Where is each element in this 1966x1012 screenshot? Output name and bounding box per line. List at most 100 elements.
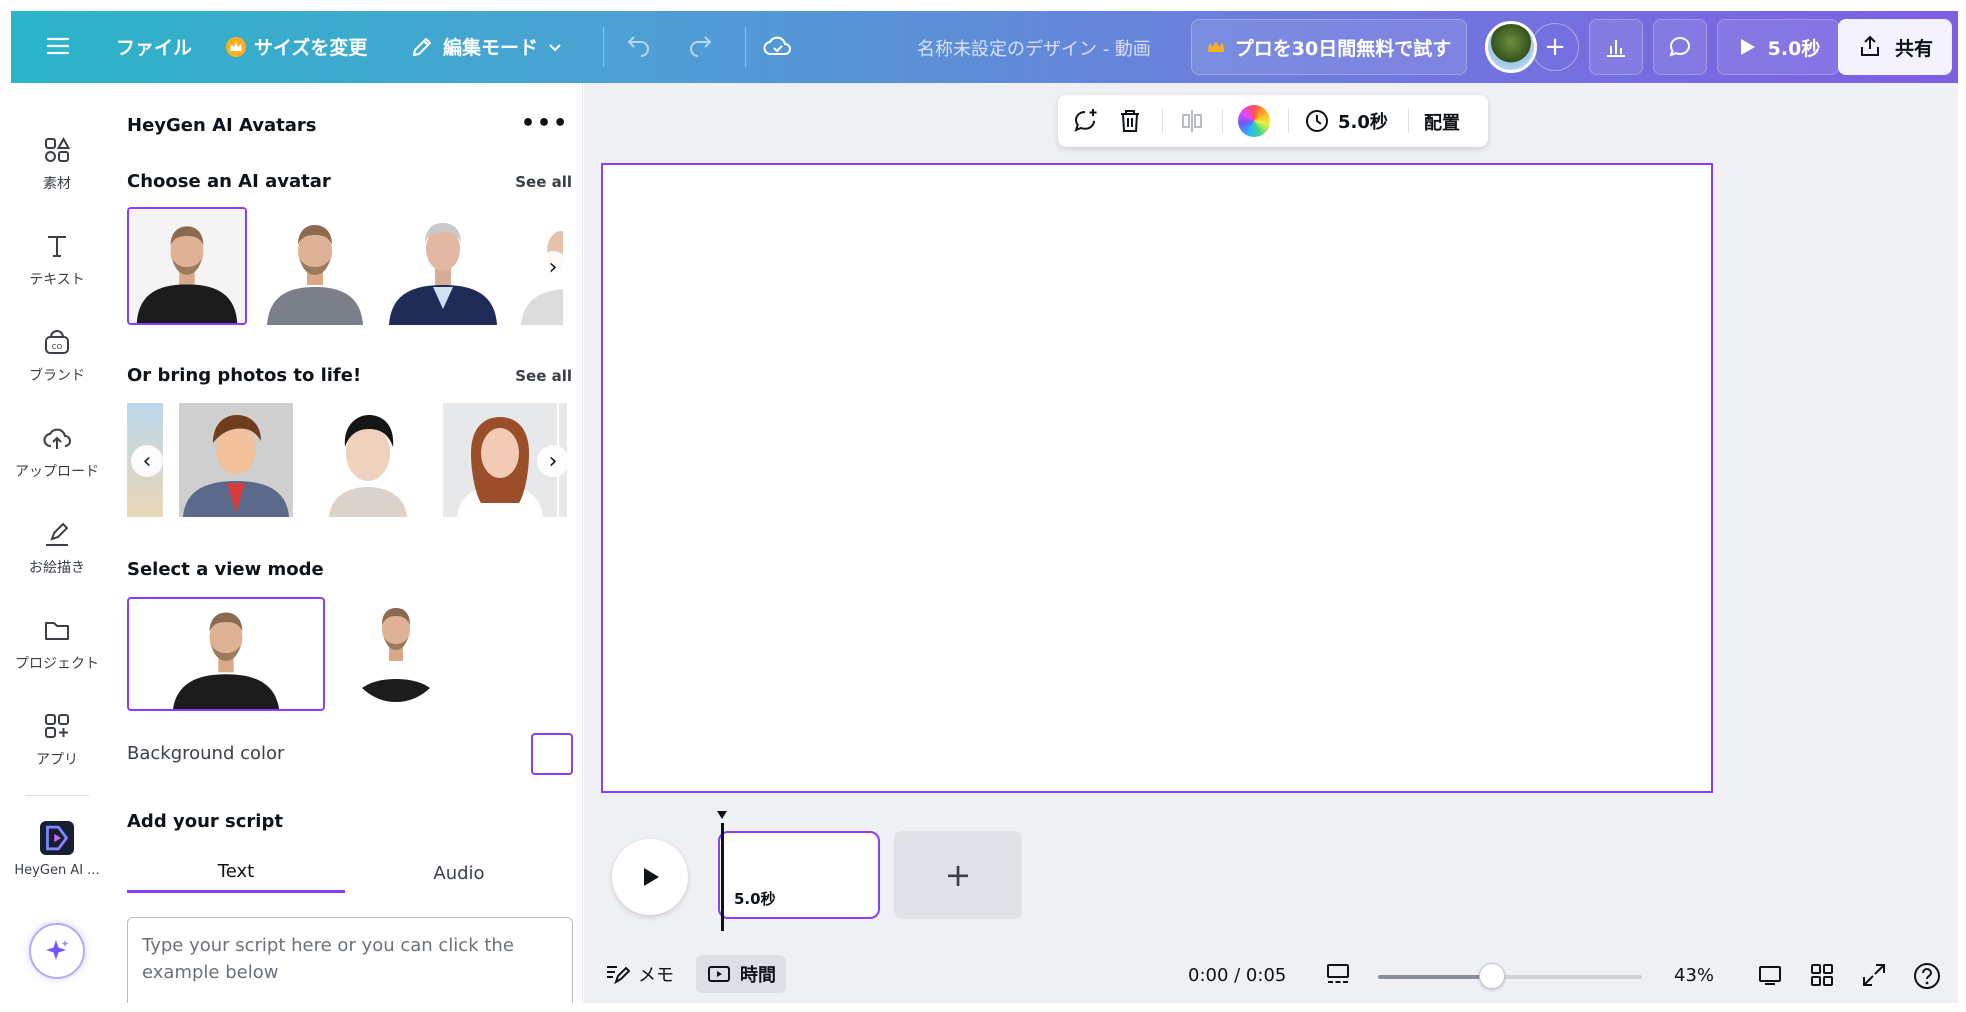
previous-photos-button[interactable]: ‹ <box>131 445 163 477</box>
see-all-photos-link[interactable]: See all <box>515 367 572 385</box>
apps-icon <box>45 714 69 738</box>
top-bar: ファイル サイズを変更 編集モード 名称未設定のデザイン - 動画 プロを30日… <box>11 11 1958 83</box>
playhead[interactable] <box>721 823 724 931</box>
background-color-swatch[interactable] <box>531 733 573 775</box>
zoom-label: 43% <box>1674 965 1715 986</box>
timeline-toggle-button[interactable]: 時間 <box>696 955 786 993</box>
cloud-save-status[interactable] <box>763 32 793 62</box>
page-view-toggle[interactable] <box>1324 961 1352 989</box>
pencil-icon <box>413 37 431 56</box>
help-button[interactable] <box>1912 961 1942 991</box>
share-button[interactable]: 共有 <box>1838 19 1952 75</box>
rail-item-elements[interactable]: 素材 <box>11 135 103 193</box>
timeline-play-button[interactable] <box>612 839 688 915</box>
rail-label: HeyGen AI ... <box>14 863 100 878</box>
insights-button[interactable] <box>1589 19 1643 75</box>
timeline-clip[interactable]: 5.0秒 <box>718 831 880 919</box>
photo-avatar-1[interactable] <box>179 403 293 517</box>
edit-mode-label: 編集モード <box>443 37 539 59</box>
undo-button[interactable] <box>625 33 653 61</box>
pro-trial-button[interactable]: プロを30日間無料で試す <box>1191 19 1467 75</box>
rail-label: プロジェクト <box>15 656 99 672</box>
rail-item-apps[interactable]: アプリ <box>11 711 103 769</box>
rail-item-text[interactable]: テキスト <box>11 231 103 289</box>
split-icon <box>1182 110 1202 132</box>
design-title[interactable]: 名称未設定のデザイン - 動画 <box>917 35 1151 61</box>
color-picker-button[interactable] <box>1238 105 1270 137</box>
resize-label: サイズを変更 <box>254 37 368 59</box>
photo-image <box>179 403 293 517</box>
menu-icon[interactable] <box>45 33 71 59</box>
delete-button[interactable] <box>1116 107 1144 135</box>
view-mode-image <box>339 597 453 711</box>
comment-icon <box>1669 36 1691 57</box>
rail-item-heygen[interactable]: HeyGen AI ... <box>11 821 103 878</box>
duration-button[interactable]: 5.0秒 <box>1304 108 1388 134</box>
help-icon <box>1914 963 1940 989</box>
panel-title: HeyGen AI Avatars <box>127 115 317 136</box>
add-page-button[interactable]: + <box>894 831 1022 919</box>
arrange-button[interactable]: 配置 <box>1424 109 1460 135</box>
bring-photos-heading: Or bring photos to life! <box>127 365 362 386</box>
video-timeline-icon <box>708 966 730 982</box>
share-label: 共有 <box>1894 37 1933 60</box>
edit-mode-dropdown[interactable]: 編集モード <box>409 33 564 60</box>
rail-label: ブランド <box>29 368 85 384</box>
divider <box>1288 109 1289 133</box>
magic-assistant-button[interactable] <box>29 923 85 979</box>
add-collaborator-button[interactable]: + <box>1531 23 1579 71</box>
zoom-level[interactable]: 43% <box>1674 965 1714 986</box>
avatar-thumbnail-3[interactable] <box>383 207 503 325</box>
presenter-view-button[interactable] <box>1756 961 1784 989</box>
view-mode-image <box>130 599 322 709</box>
divider <box>603 27 604 67</box>
more-options-icon[interactable]: ••• <box>521 111 569 136</box>
clock-icon <box>1306 110 1328 132</box>
chevron-down-icon <box>549 43 561 51</box>
context-toolbar: 5.0秒 配置 <box>1058 95 1488 147</box>
next-avatars-button[interactable]: › <box>537 251 569 283</box>
fullscreen-button[interactable] <box>1860 961 1888 989</box>
rail-item-projects[interactable]: プロジェクト <box>11 615 103 673</box>
user-avatar[interactable] <box>1485 21 1537 73</box>
file-menu[interactable]: ファイル <box>116 33 192 60</box>
photo-avatar-2[interactable] <box>311 403 425 517</box>
avatar-image <box>129 209 245 323</box>
play-preview-button[interactable]: 5.0秒 <box>1717 19 1839 75</box>
tab-text[interactable]: Text <box>127 853 345 893</box>
notes-icon <box>607 966 630 985</box>
zoom-slider-thumb[interactable] <box>1479 963 1505 989</box>
zoom-slider[interactable] <box>1378 963 1642 989</box>
rail-item-draw[interactable]: お絵描き <box>11 519 103 577</box>
avatar-thumbnail-1[interactable] <box>127 207 247 325</box>
split-button[interactable] <box>1178 107 1206 135</box>
tab-audio[interactable]: Audio <box>345 853 573 893</box>
avatar-thumbnail-2[interactable] <box>255 207 375 325</box>
view-mode-full[interactable] <box>127 597 325 711</box>
color-wheel-icon <box>1238 105 1270 137</box>
notes-button[interactable]: メモ <box>604 961 674 987</box>
script-placeholder: Type your script here or you can click t… <box>142 935 514 983</box>
grid-view-button[interactable] <box>1808 961 1836 989</box>
brand-icon: CO <box>45 330 69 354</box>
resize-button[interactable]: サイズを変更 <box>226 33 367 60</box>
heygen-panel: HeyGen AI Avatars ••• Choose an AI avata… <box>103 83 583 1003</box>
rail-label: 素材 <box>43 176 71 192</box>
svg-text:CO: CO <box>52 343 63 351</box>
rail-item-upload[interactable]: アップロード <box>11 423 103 481</box>
bottom-bar: メモ 時間 0:00 / 0:05 43% <box>584 951 1958 1003</box>
rail-item-brand[interactable]: CO ブランド <box>11 327 103 385</box>
divider <box>1162 109 1163 133</box>
redo-button[interactable] <box>686 33 714 61</box>
view-mode-circle[interactable] <box>339 597 453 711</box>
design-page[interactable] <box>601 163 1713 793</box>
upload-icon <box>43 428 71 449</box>
draw-icon <box>46 522 69 546</box>
next-photos-button[interactable]: › <box>537 445 569 477</box>
add-comment-button[interactable] <box>1072 107 1100 135</box>
time-readout-text: 0:00 / 0:05 <box>1188 965 1287 986</box>
script-input[interactable]: Type your script here or you can click t… <box>127 917 573 1003</box>
comments-button[interactable] <box>1653 19 1707 75</box>
zoom-slider-fill <box>1378 975 1492 979</box>
see-all-avatars-link[interactable]: See all <box>515 173 572 191</box>
